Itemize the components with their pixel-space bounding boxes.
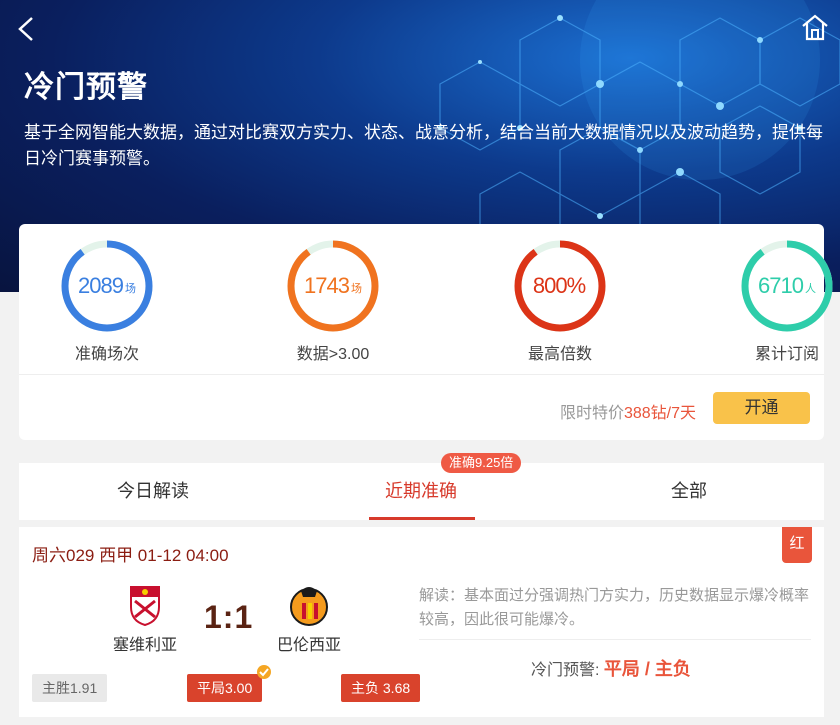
stat-value: 6710 (758, 273, 804, 298)
away-team-name: 巴伦西亚 (276, 637, 341, 654)
tab-bar: 今日解读 近期准确 全部 (19, 463, 824, 520)
warning-pick: 平局 / 主负 (603, 659, 691, 679)
home-team: 塞维利亚 (95, 583, 195, 655)
tab-all[interactable]: 全部 (555, 463, 823, 520)
upset-warning: 冷门预警: 平局 / 主负 (531, 655, 691, 681)
odds-away-win: 主负 3.68 (341, 674, 421, 702)
stat-unit: 场 (124, 283, 136, 295)
chevron-left-icon (18, 17, 33, 41)
progress-ring: 1743 场 (285, 238, 381, 334)
home-icon (802, 14, 828, 41)
sevilla-crest-icon (123, 583, 167, 627)
active-tab-indicator (369, 517, 475, 520)
home-button[interactable] (800, 12, 830, 42)
match-score: 1:1 (204, 599, 254, 635)
odds-draw: 平局3.00 (187, 674, 263, 702)
page-title: 冷门预警 (24, 71, 148, 104)
subscribe-button[interactable]: 开通 (713, 392, 810, 424)
stat-max-multiple: 800% 最高倍数 (500, 238, 620, 364)
stat-label: 数据>3.00 (296, 346, 370, 363)
match-header: 周六029 西甲 01-12 04:00 (32, 546, 229, 565)
progress-ring: 2089 场 (59, 238, 155, 334)
promo-prefix: 限时特价 (559, 405, 624, 422)
back-button[interactable] (14, 14, 42, 44)
divider (419, 639, 811, 640)
stat-unit: 人 (804, 283, 816, 295)
valencia-crest-icon (287, 583, 331, 627)
away-team: 巴伦西亚 (259, 583, 359, 655)
divider (19, 374, 824, 375)
stat-unit: 场 (350, 283, 362, 295)
stat-data-over-3: 1743 场 数据>3.00 (273, 238, 393, 364)
stat-accurate-matches: 2089 场 准确场次 (47, 238, 167, 364)
progress-ring: 6710 人 (739, 238, 835, 334)
stat-label: 累计订阅 (754, 346, 819, 363)
stat-value: 2089 (78, 273, 124, 298)
stat-label: 最高倍数 (527, 346, 592, 363)
accuracy-badge: 准确9.25倍 (441, 453, 522, 473)
tab-today[interactable]: 今日解读 (19, 463, 287, 520)
home-team-name: 塞维利亚 (112, 637, 177, 654)
progress-ring: 800% (512, 238, 608, 334)
odds-home-win: 主胜1.91 (32, 674, 108, 702)
promo-price-value: 388钻/7天 (623, 405, 696, 422)
page-description: 基于全网智能大数据，通过对比赛双方实力、状态、战意分析，结合当前大数据情况以及波… (24, 123, 823, 168)
result-tag: 红 (782, 527, 812, 563)
match-card[interactable]: 周六029 西甲 01-12 04:00 红 塞维利亚 1:1 巴伦西亚 解读：… (19, 527, 824, 717)
stat-total-subscribers: 6710 人 累计订阅 (727, 238, 840, 364)
match-analysis: 解读：基本面过分强调热门方实力，历史数据显示爆冷概率较高，因此很可能爆冷。 (419, 587, 810, 628)
check-icon (257, 665, 271, 679)
stat-value: 1743 (304, 273, 350, 298)
stat-label: 准确场次 (74, 346, 139, 363)
warning-label: 冷门预警: (531, 662, 600, 679)
stat-value: 800% (532, 273, 586, 298)
stats-card: 2089 场 准确场次 1743 场 数据>3.00 800% 最高倍数 6710 人… (19, 224, 833, 440)
promo-price: 限时特价388钻/7天 (560, 399, 696, 423)
